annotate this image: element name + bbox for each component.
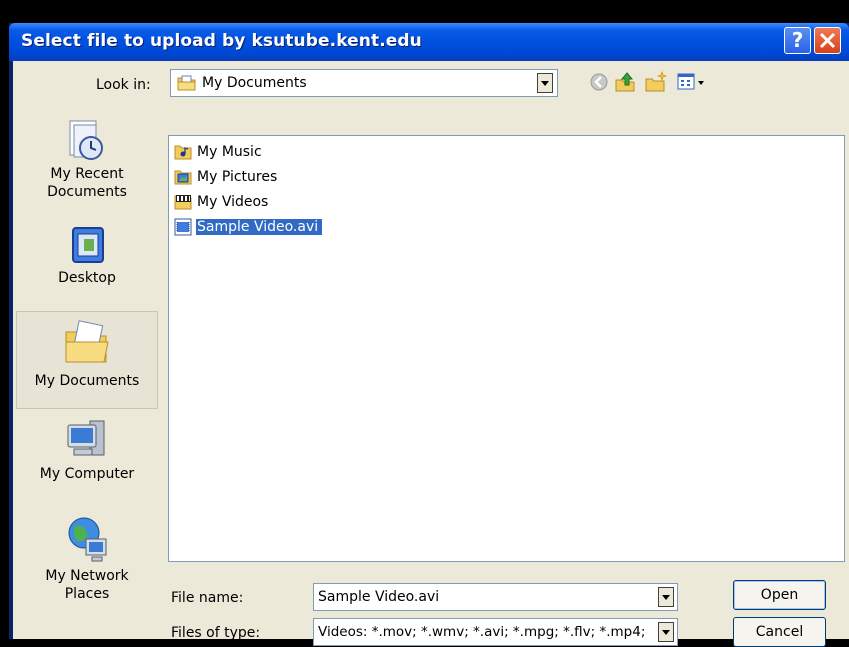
up-folder-icon	[615, 72, 635, 92]
my-documents-folder-icon	[177, 75, 196, 91]
files-of-type-dropdown[interactable]: Videos: *.mov; *.wmv; *.avi; *.mpg; *.fl…	[313, 618, 678, 646]
file-name-field[interactable]: Sample Video.avi	[313, 583, 678, 611]
open-button[interactable]: Open	[733, 580, 826, 610]
place-label: Desktop	[58, 270, 116, 286]
look-in-label: Look in:	[96, 77, 151, 93]
screen-frame: Select file to upload by ksutube.kent.ed…	[0, 0, 849, 647]
look-in-dropdown[interactable]: My Documents	[170, 69, 558, 97]
files-of-type-dropdown-button[interactable]	[658, 622, 674, 642]
window-title: Select file to upload by ksutube.kent.ed…	[21, 31, 422, 51]
places-bar: My Recent Documents Desktop My Documents	[16, 117, 160, 637]
place-desktop[interactable]: Desktop	[16, 223, 158, 303]
cancel-button[interactable]: Cancel	[733, 617, 826, 647]
title-bar[interactable]: Select file to upload by ksutube.kent.ed…	[9, 23, 849, 61]
video-file-icon	[174, 218, 192, 236]
back-button[interactable]	[588, 71, 612, 93]
file-name: My Pictures	[197, 169, 278, 185]
place-label: My Computer	[39, 466, 135, 482]
place-my-network-places[interactable]: My Network Places	[16, 515, 158, 625]
close-button[interactable]	[814, 27, 841, 54]
view-menu-icon	[677, 73, 704, 90]
place-my-recent-documents[interactable]: My Recent Documents	[16, 117, 158, 209]
desktop-icon	[72, 227, 104, 263]
place-my-documents[interactable]: My Documents	[16, 311, 158, 409]
file-upload-dialog: Select file to upload by ksutube.kent.ed…	[9, 23, 849, 647]
place-label: My Documents	[34, 373, 140, 389]
file-list[interactable]: My Music My Pictures My Videos Sample Vi…	[168, 135, 845, 562]
file-name-value: Sample Video.avi	[318, 589, 440, 605]
help-icon: ?	[791, 28, 804, 52]
pictures-folder-icon	[174, 170, 192, 185]
files-of-type-value: Videos: *.mov; *.wmv; *.avi; *.mpg; *.fl…	[318, 624, 646, 640]
new-folder-icon	[645, 71, 667, 92]
new-folder-button[interactable]	[644, 71, 668, 93]
help-button[interactable]: ?	[784, 27, 811, 54]
view-menu-button[interactable]	[676, 71, 706, 93]
file-name: My Videos	[197, 194, 269, 210]
network-places-icon	[68, 517, 107, 562]
look-in-dropdown-button[interactable]	[537, 73, 553, 93]
place-my-computer[interactable]: My Computer	[16, 417, 158, 507]
back-icon	[590, 73, 608, 91]
videos-folder-icon	[174, 195, 192, 210]
music-folder-icon	[174, 145, 192, 160]
up-folder-button[interactable]	[614, 71, 638, 93]
dialog-body: Look in: My Documents My Recent Document…	[13, 61, 849, 647]
file-name-label: File name:	[171, 590, 244, 606]
file-name: Sample Video.avi	[196, 219, 323, 235]
place-label: My Recent Documents	[47, 166, 127, 200]
recent-documents-icon	[69, 120, 103, 160]
my-documents-icon	[65, 320, 109, 363]
my-computer-icon	[67, 420, 105, 456]
file-name-dropdown-button[interactable]	[658, 587, 674, 607]
look-in-value: My Documents	[202, 75, 307, 91]
close-icon	[819, 32, 836, 49]
place-label: My Network Places	[45, 568, 129, 602]
file-name: My Music	[197, 144, 262, 160]
